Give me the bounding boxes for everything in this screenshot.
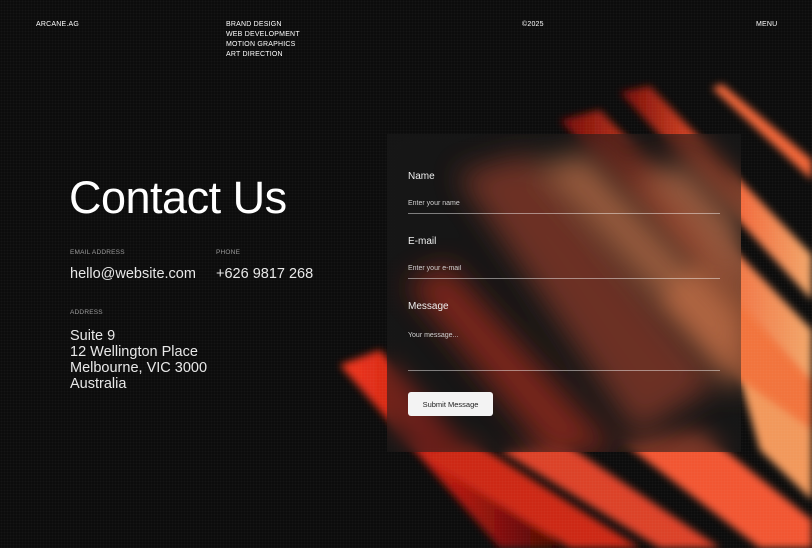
contact-form: Name E-mail Message Submit Message: [387, 134, 741, 452]
address-line: Suite 9: [70, 328, 116, 344]
email-input[interactable]: [408, 265, 720, 279]
submit-message-button[interactable]: Submit Message: [408, 392, 493, 416]
menu-button[interactable]: MENU: [756, 20, 777, 30]
services-list: BRAND DESIGN WEB DEVELOPMENT MOTION GRAP…: [226, 20, 300, 60]
copyright-year: ©2025: [522, 21, 544, 28]
page-title: Contact Us: [69, 172, 287, 223]
message-input[interactable]: [408, 332, 720, 371]
email-field-label: E-mail: [408, 236, 437, 247]
phone-link[interactable]: +626 9817 268: [216, 266, 313, 282]
name-field-label: Name: [408, 171, 435, 182]
address-block: Suite 9 12 Wellington Place Melbourne, V…: [70, 328, 207, 392]
service-item[interactable]: BRAND DESIGN: [226, 20, 300, 30]
email-label: EMAIL ADDRESS: [70, 249, 125, 256]
name-input[interactable]: [408, 200, 720, 214]
message-field-label: Message: [408, 301, 449, 312]
address-line: Melbourne, VIC 3000: [70, 360, 208, 376]
phone-label: PHONE: [216, 249, 241, 256]
address-line: Australia: [70, 376, 127, 392]
email-link[interactable]: hello@website.com: [70, 266, 196, 282]
address-label: ADDRESS: [70, 309, 103, 316]
service-item[interactable]: WEB DEVELOPMENT: [226, 30, 300, 40]
address-line: 12 Wellington Place: [70, 344, 198, 360]
brand-logo[interactable]: ARCANE.AG: [36, 20, 79, 30]
service-item[interactable]: ART DIRECTION: [226, 50, 300, 60]
service-item[interactable]: MOTION GRAPHICS: [226, 40, 300, 50]
